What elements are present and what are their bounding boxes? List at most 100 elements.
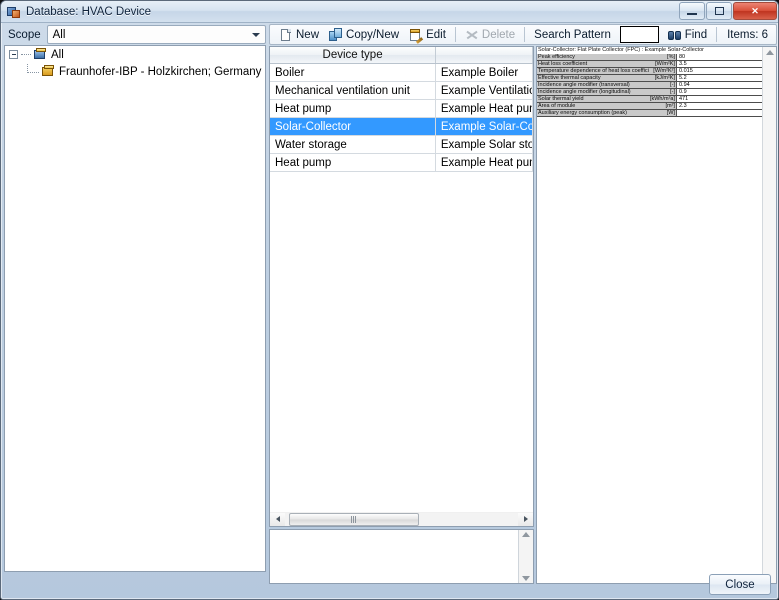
property-row[interactable]: Auxiliary energy consumption (peak) [W] — [537, 110, 762, 117]
copy-new-button[interactable]: Copy/New — [324, 26, 404, 44]
property-name: Effective thermal capacity — [537, 75, 649, 81]
triangle-up-icon[interactable] — [765, 50, 774, 55]
property-name: Incidence angle modifier (transversal) — [537, 82, 649, 88]
cell-device-name: Example Heat pump — [436, 154, 533, 171]
table-row-selected[interactable]: Solar-Collector Example Solar-Collector — [270, 118, 533, 136]
property-unit: [kWh/m²a] — [649, 96, 677, 102]
restore-button[interactable] — [706, 2, 732, 20]
property-value[interactable]: 2.3 — [677, 103, 762, 109]
column-header-name[interactable] — [436, 47, 533, 63]
close-window-button[interactable]: ✕ — [733, 2, 777, 20]
property-row[interactable]: Area of module [m²] 2.3 — [537, 103, 762, 110]
table-row[interactable]: Mechanical ventilation unit Example Vent… — [270, 82, 533, 100]
property-name: Peak efficiency — [537, 54, 649, 60]
delete-button: Delete — [460, 26, 520, 44]
device-list-panel[interactable]: Device type Boiler Example Boiler Mechan… — [269, 46, 534, 527]
scope-select[interactable]: All — [46, 25, 266, 44]
property-row[interactable]: Temperature dependence of heat loss coef… — [537, 68, 762, 75]
edit-button[interactable]: Edit — [404, 26, 451, 44]
property-name: Temperature dependence of heat loss coef… — [537, 68, 649, 74]
database-hvac-device-window: Database: HVAC Device ✕ Scope All All Fr… — [0, 0, 779, 600]
client-area: Scope All All Fraunhofer-IBP - Holzkirch… — [4, 24, 777, 584]
new-button[interactable]: New — [274, 26, 324, 44]
toolbar-separator — [524, 27, 526, 42]
title-bar: Database: HVAC Device ✕ — [1, 1, 778, 23]
expander-icon[interactable] — [9, 50, 18, 59]
property-row[interactable]: Incidence angle modifier (longitudinal) … — [537, 89, 762, 96]
table-row[interactable]: Heat pump Example Heat pump — [270, 154, 533, 172]
property-unit: [-] — [649, 82, 677, 88]
cell-device-type: Water storage — [270, 136, 436, 153]
property-unit: [m²] — [649, 103, 677, 109]
cell-device-name: Example Boiler — [436, 64, 533, 81]
database-root-icon — [33, 48, 47, 61]
device-toolbar: New Copy/New Edit Delete Search Pattern — [269, 24, 777, 45]
property-name: Area of module — [537, 103, 649, 109]
cell-device-type: Heat pump — [270, 154, 436, 171]
tree-line — [21, 54, 31, 55]
tree-line — [27, 64, 39, 73]
hscroll-track[interactable] — [285, 512, 518, 526]
property-unit: [%] — [649, 54, 677, 60]
property-unit: [-] — [649, 89, 677, 95]
property-row[interactable]: Peak efficiency [%] 80 — [537, 54, 762, 61]
property-value[interactable] — [677, 110, 762, 116]
cell-device-name: Example Solar storage — [436, 136, 533, 153]
items-count-label: Items: 6 — [727, 28, 768, 41]
tree-item-root[interactable]: All — [5, 46, 265, 63]
property-row[interactable]: Incidence angle modifier (transversal) [… — [537, 82, 762, 89]
grip-icon — [350, 515, 358, 523]
close-button[interactable]: Close — [709, 574, 771, 595]
find-button[interactable]: Find — [663, 26, 712, 44]
table-row[interactable]: Heat pump Example Heat pump — [270, 100, 533, 118]
property-value[interactable]: 3.5 — [677, 61, 762, 67]
search-input[interactable] — [619, 26, 659, 43]
tree-item-fraunhofer[interactable]: Fraunhofer-IBP - Holzkirchen; Germany — [5, 63, 265, 80]
property-value[interactable]: 5.2 — [677, 75, 762, 81]
search-pattern-label: Search Pattern — [529, 26, 616, 44]
hscroll-thumb[interactable] — [289, 512, 419, 526]
toolbar-separator — [716, 27, 718, 42]
triangle-up-icon[interactable] — [522, 532, 530, 537]
triangle-left-icon — [275, 516, 280, 522]
cell-device-type: Mechanical ventilation unit — [270, 82, 436, 99]
property-unit: [W/m²K²] — [649, 68, 677, 74]
minimize-button[interactable] — [679, 2, 705, 20]
property-unit: [W] — [649, 110, 677, 116]
properties-vscrollbar[interactable] — [762, 47, 776, 583]
property-value[interactable]: 471 — [677, 96, 762, 102]
edit-pencil-icon — [409, 28, 424, 44]
property-row[interactable]: Solar thermal yield [kWh/m²a] 471 — [537, 96, 762, 103]
cell-device-type: Solar-Collector — [270, 118, 436, 135]
cell-device-type: Heat pump — [270, 100, 436, 117]
property-value[interactable]: 0.015 — [677, 68, 762, 74]
delete-icon — [465, 28, 479, 42]
new-button-label: New — [296, 28, 320, 41]
new-page-icon — [279, 28, 293, 42]
triangle-right-icon — [523, 516, 528, 522]
cell-device-name: Example Heat pump — [436, 100, 533, 117]
table-row[interactable]: Boiler Example Boiler — [270, 64, 533, 82]
property-name: Incidence angle modifier (longitudinal) — [537, 89, 649, 95]
tree-item-root-label: All — [51, 48, 64, 61]
property-row[interactable]: Effective thermal capacity [kJ/m²K] 5.2 — [537, 75, 762, 82]
property-row[interactable]: Heat loss coefficient [W/m²K] 3.5 — [537, 61, 762, 68]
property-unit: [kJ/m²K] — [649, 75, 677, 81]
scroll-left-button[interactable] — [270, 512, 285, 526]
property-value[interactable]: 0.94 — [677, 82, 762, 88]
column-header-device-type[interactable]: Device type — [270, 47, 437, 63]
scope-label: Scope — [8, 28, 41, 41]
property-value[interactable]: 80 — [677, 54, 762, 60]
scope-bar: Scope All — [4, 24, 266, 45]
scope-tree-panel[interactable]: All Fraunhofer-IBP - Holzkirchen; German… — [4, 45, 266, 572]
property-name: Auxiliary energy consumption (peak) — [537, 110, 649, 116]
scroll-right-button[interactable] — [518, 512, 533, 526]
property-value[interactable]: 0.9 — [677, 89, 762, 95]
cell-device-type: Boiler — [270, 64, 436, 81]
device-list-header: Device type — [270, 47, 533, 64]
table-row[interactable]: Water storage Example Solar storage — [270, 136, 533, 154]
device-list-hscrollbar[interactable] — [269, 512, 534, 527]
properties-title: Solar-Collector: Flat Plate Collector (F… — [537, 47, 762, 54]
binoculars-icon — [667, 28, 682, 42]
device-properties-panel[interactable]: Solar-Collector: Flat Plate Collector (F… — [536, 46, 777, 584]
